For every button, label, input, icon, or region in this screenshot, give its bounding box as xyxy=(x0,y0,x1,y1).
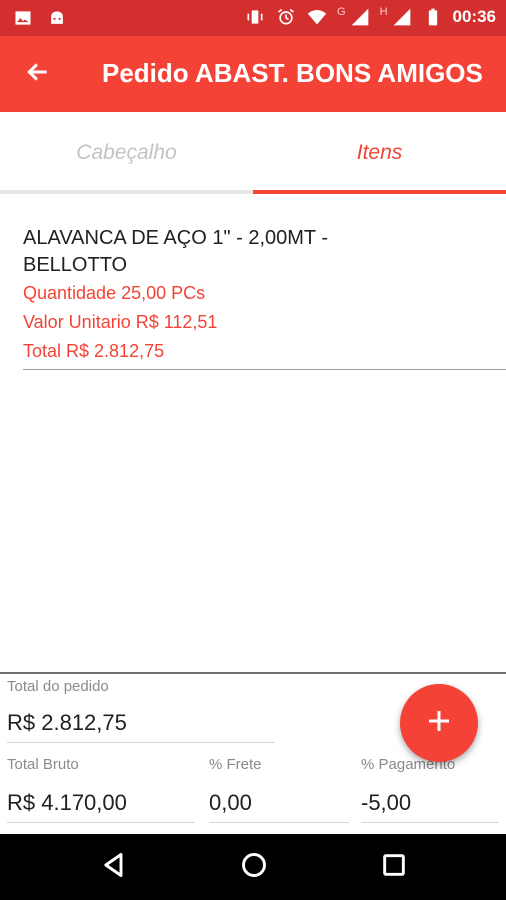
signal-icon xyxy=(391,6,413,28)
alarm-icon xyxy=(275,6,297,28)
tab-indicator xyxy=(253,190,506,194)
frete-field[interactable]: 0,00 xyxy=(209,790,252,816)
frete-underline xyxy=(209,822,349,823)
total-pedido-field[interactable]: R$ 2.812,75 xyxy=(7,710,127,736)
plus-icon xyxy=(427,709,451,738)
total-bruto-label: Total Bruto xyxy=(7,756,79,773)
add-item-button[interactable] xyxy=(400,684,478,762)
recents-square-icon xyxy=(380,851,408,884)
item-quantity: Quantidade 25,00 PCs xyxy=(23,283,206,303)
back-button[interactable] xyxy=(18,56,58,92)
item-unit-value: Valor Unitario R$ 112,51 xyxy=(23,312,218,332)
pagamento-underline xyxy=(361,822,499,823)
wifi-icon xyxy=(306,6,328,28)
vibrate-icon xyxy=(244,6,266,28)
network-type-g: G xyxy=(337,6,346,18)
total-bruto-underline xyxy=(7,822,195,823)
app-bar: Pedido ABAST. BONS AMIGOS xyxy=(0,36,506,112)
tab-cabecalho[interactable]: Cabeçalho xyxy=(0,112,253,194)
nav-back-button[interactable] xyxy=(94,849,134,885)
signal-icon xyxy=(349,6,371,28)
item-total: Total R$ 2.812,75 xyxy=(23,341,165,361)
status-bar: G H 00:36 xyxy=(0,0,506,36)
item-name: ALAVANCA DE AÇO 1" - 2,00MT - BELLOTTO xyxy=(23,227,328,276)
pagamento-field[interactable]: -5,00 xyxy=(361,790,411,816)
total-pedido-label: Total do pedido xyxy=(7,678,109,695)
arrow-back-icon xyxy=(25,59,51,90)
frete-label: % Frete xyxy=(209,756,262,773)
network-type-h: H xyxy=(379,6,388,18)
page-title: Pedido ABAST. BONS AMIGOS xyxy=(102,58,483,88)
navigation-bar xyxy=(0,834,506,900)
total-pedido-underline xyxy=(7,742,275,743)
nav-home-button[interactable] xyxy=(234,849,274,885)
home-circle-icon xyxy=(240,851,268,884)
tab-bar: Cabeçalho Itens xyxy=(0,112,506,194)
battery-icon xyxy=(422,6,444,28)
tab-itens[interactable]: Itens xyxy=(253,112,506,194)
image-icon xyxy=(12,7,34,29)
clock: 00:36 xyxy=(452,7,496,26)
total-bruto-field[interactable]: R$ 4.170,00 xyxy=(7,790,127,816)
back-triangle-icon xyxy=(100,851,128,884)
nav-recents-button[interactable] xyxy=(374,849,414,885)
list-item[interactable]: ALAVANCA DE AÇO 1" - 2,00MT - BELLOTTO Q… xyxy=(23,225,506,370)
android-icon xyxy=(46,7,68,29)
